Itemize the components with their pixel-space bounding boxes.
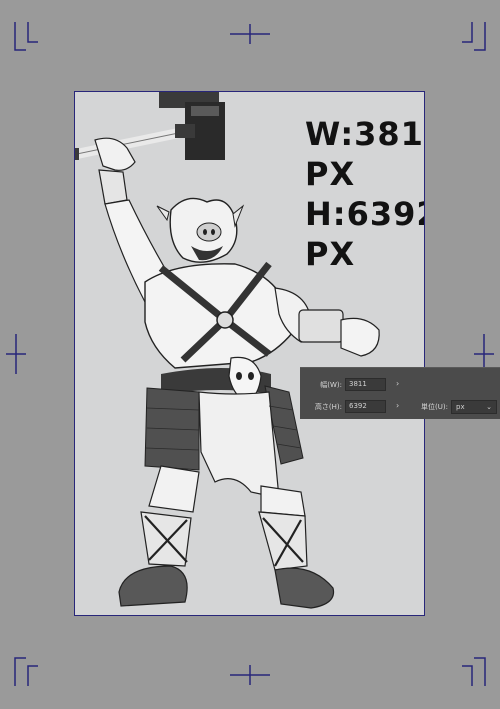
chevron-right-icon[interactable]: › [396,379,399,388]
annotation-width-value: W:3811 [305,115,424,153]
crop-mark-bottom-right [460,654,486,686]
register-mark-left [6,334,26,374]
crop-mark-top-left [14,22,40,54]
chevron-right-icon[interactable]: › [396,401,399,410]
drawing-canvas[interactable]: W:3811 PX H:6392 PX [74,91,425,616]
register-mark-bottom [230,665,270,685]
height-row: 高さ(H): 6392 › 単位(U): px ⌄ [300,399,500,415]
height-label: 高さ(H): [314,403,342,411]
width-row: 幅(W): 3811 › [300,377,500,393]
register-mark-top [230,24,270,44]
dimension-annotation: W:3811 PX H:6392 PX [305,114,424,274]
width-input[interactable]: 3811 [345,378,386,391]
unit-label: 単位(U): [421,403,448,411]
annotation-width-unit: PX [305,155,356,193]
crop-mark-bottom-left [14,654,40,686]
canvas-size-panel: 幅(W): 3811 › 高さ(H): 6392 › 単位(U): px ⌄ [300,367,500,419]
annotation-height-unit: PX [305,235,356,273]
unit-select-value: px [456,403,465,411]
height-input[interactable]: 6392 [345,400,386,413]
crop-mark-top-right [460,22,486,54]
unit-select[interactable]: px ⌄ [451,400,497,414]
chevron-down-icon: ⌄ [486,403,492,411]
width-label: 幅(W): [320,381,342,389]
annotation-height-value: H:6392 [305,195,424,233]
